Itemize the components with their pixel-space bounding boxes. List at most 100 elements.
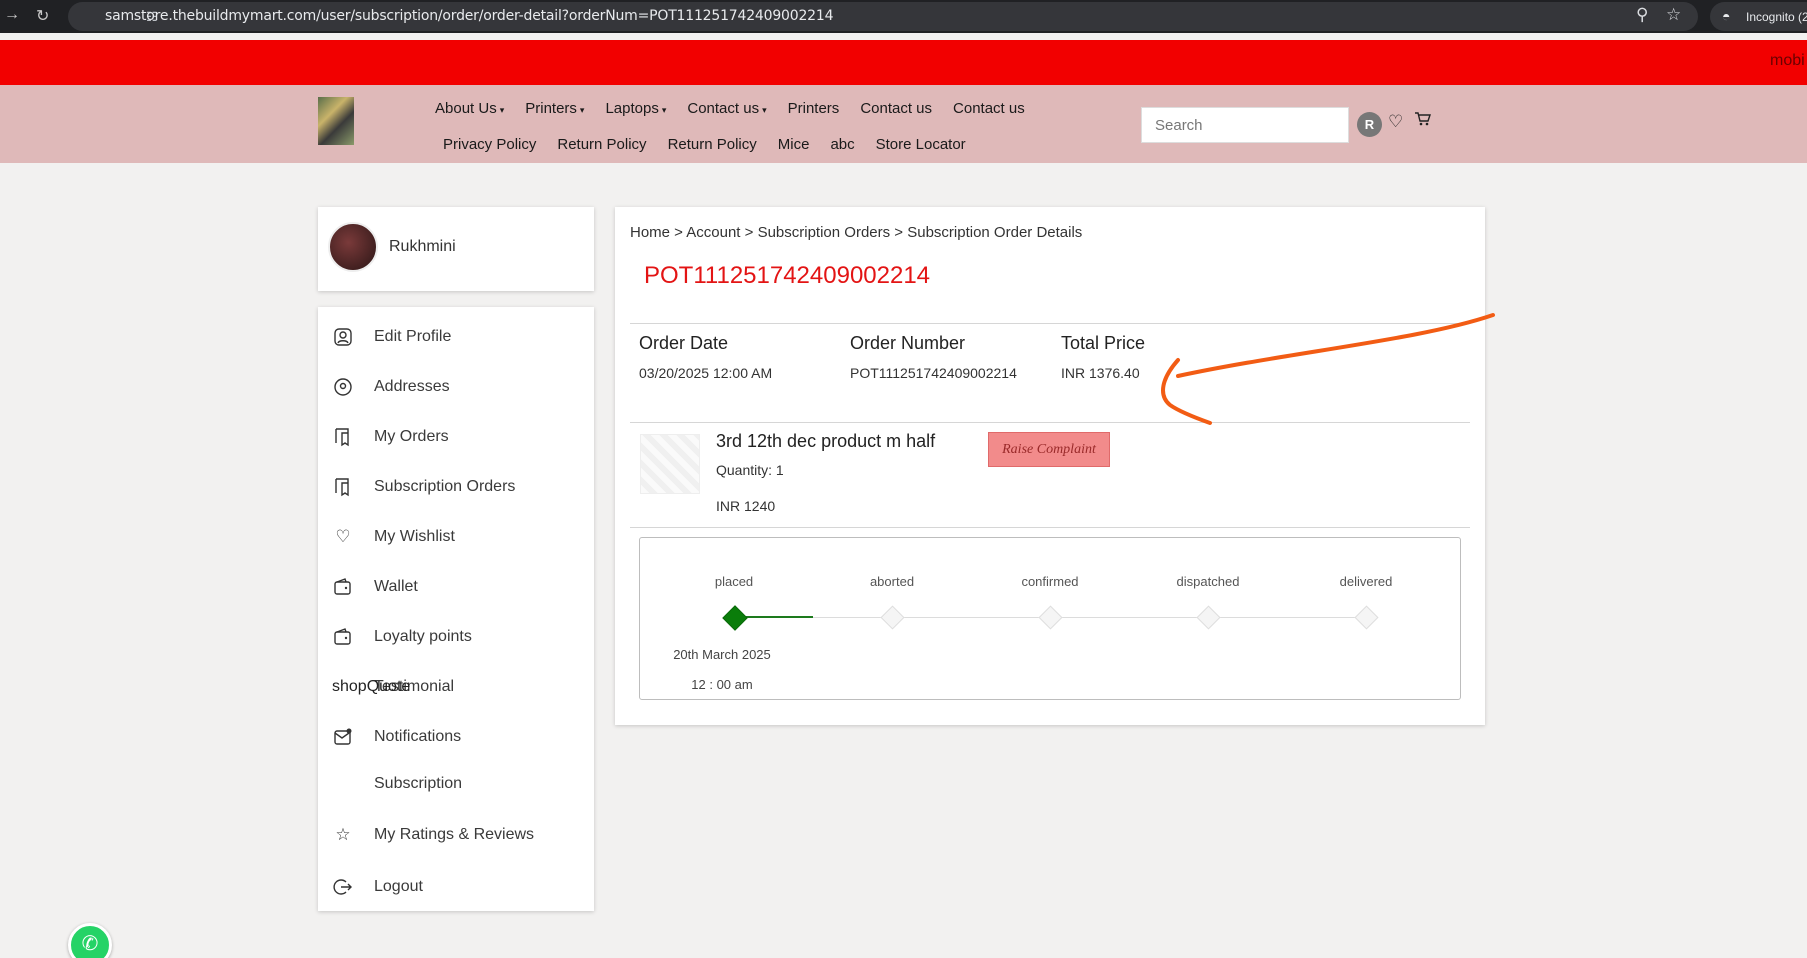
broken-icon-alt-text: shopQuote <box>332 678 411 695</box>
page-title: POT111251742409002214 <box>644 262 931 289</box>
step-label-placed: placed <box>714 574 754 589</box>
menu-item-label: Addresses <box>374 378 450 395</box>
star-icon: ☆ <box>335 825 351 844</box>
product-name[interactable]: 3rd 12th dec product m half <box>716 431 935 452</box>
menu-item-logout[interactable]: Logout <box>318 869 594 905</box>
url-text[interactable]: samstore.thebuildmymart.com/user/subscri… <box>105 8 833 24</box>
menu-item-label: Wallet <box>374 578 418 595</box>
product-quantity: Quantity: 1 <box>716 462 784 478</box>
nav-link-label: Contact us <box>860 100 933 117</box>
site-header: About Us ▾ Printers ▾ Laptops ▾ Contact us ▾ Pri… <box>0 85 1807 163</box>
incognito-indicator[interactable]: ◓ Incognito (2 <box>1710 2 1807 31</box>
mail-icon <box>332 727 354 749</box>
whatsapp-icon[interactable]: ✆ <box>68 923 112 958</box>
nav-link[interactable]: Contact us ▾ <box>687 100 766 117</box>
location-pin-icon <box>332 377 354 399</box>
wishlist-icon[interactable]: ♡ <box>1388 112 1403 132</box>
menu-item-my-wishlist[interactable]: ♡ My Wishlist <box>318 519 594 555</box>
bookmark-star-icon[interactable]: ☆ <box>1666 5 1681 25</box>
step-marker-confirmed <box>1038 605 1063 630</box>
forward-icon[interactable]: → <box>4 6 20 24</box>
step-marker-aborted <box>880 605 905 630</box>
nav-link-label: Contact us <box>687 100 760 117</box>
product-price: INR 1240 <box>716 498 776 514</box>
nav-link[interactable]: Laptops ▾ <box>605 100 666 117</box>
nav-link[interactable]: Printers ▾ <box>525 100 584 117</box>
nav-link[interactable]: Return Policy <box>557 136 646 153</box>
breadcrumb[interactable]: Home > Account > Subscription Orders > S… <box>630 224 1082 241</box>
step-marker-dispatched <box>1196 605 1221 630</box>
menu-item-ratings-reviews[interactable]: ☆ My Ratings & Reviews <box>318 817 594 853</box>
menu-item-notifications[interactable]: Notifications <box>318 719 594 755</box>
reload-icon[interactable]: ↻ <box>36 6 49 26</box>
total-price-block: Total Price INR 1376.40 <box>1061 333 1145 381</box>
chevron-down-icon: ▾ <box>579 105 585 115</box>
menu-item-my-orders[interactable]: My Orders <box>318 419 594 455</box>
heart-icon: ♡ <box>335 527 351 546</box>
browser-toolbar: → ↻ ☷ samstore.thebuildmymart.com/user/s… <box>0 0 1807 33</box>
menu-item-edit-profile[interactable]: Edit Profile <box>318 319 594 355</box>
user-name: Rukhmini <box>389 238 456 255</box>
chevron-down-icon: ▾ <box>661 105 667 115</box>
promo-banner: mobi <box>0 40 1807 85</box>
user-card: Rukhmini <box>318 207 594 291</box>
order-detail-panel: Home > Account > Subscription Orders > S… <box>615 207 1485 725</box>
menu-item-label: Notifications <box>374 728 462 745</box>
raise-complaint-button[interactable]: Raise Complaint <box>988 432 1110 467</box>
menu-item-testimonial[interactable]: Testimonial shopQuote <box>318 669 594 705</box>
chevron-down-icon: ▾ <box>499 105 505 115</box>
cart-icon[interactable] <box>1414 111 1431 132</box>
search-input[interactable]: Search <box>1141 107 1349 143</box>
step-label-aborted: aborted <box>869 574 915 589</box>
primary-nav: About Us ▾ Printers ▾ Laptops ▾ Contact us ▾ Pri… <box>435 100 1046 117</box>
orders-icon <box>332 427 354 449</box>
order-date-label: Order Date <box>639 333 729 353</box>
step-label-confirmed: confirmed <box>1021 574 1079 589</box>
incognito-label: Incognito (2 <box>1746 10 1807 24</box>
order-number-value: POT111251742409002214 <box>850 365 1017 381</box>
chevron-down-icon: ▾ <box>762 105 767 115</box>
nav-link[interactable]: Store Locator <box>876 136 966 153</box>
incognito-icon: ◓ <box>1722 8 1731 24</box>
account-avatar[interactable]: R <box>1357 112 1382 137</box>
user-icon <box>332 327 354 349</box>
menu-item-label: My Ratings & Reviews <box>374 826 535 843</box>
logout-icon <box>332 877 354 899</box>
orders-icon <box>332 477 354 499</box>
product-image[interactable] <box>640 434 700 494</box>
menu-item-addresses[interactable]: Addresses <box>318 369 594 405</box>
divider <box>630 323 1470 324</box>
menu-item-subscription[interactable]: Subscription <box>318 766 594 802</box>
nav-link[interactable]: Contact us <box>860 100 932 117</box>
menu-item-wallet[interactable]: Wallet <box>318 569 594 605</box>
menu-item-label: My Wishlist <box>374 528 455 545</box>
site-logo[interactable] <box>318 97 354 145</box>
zoom-icon[interactable]: ⚲ <box>1636 5 1648 25</box>
total-price-label: Total Price <box>1061 333 1146 353</box>
nav-link-label: Laptops <box>605 100 659 117</box>
nav-link-label: Printers <box>787 100 840 117</box>
nav-link[interactable]: Privacy Policy <box>443 136 536 153</box>
nav-link[interactable]: Return Policy <box>668 136 757 153</box>
placed-time: 12 : 00 am <box>691 677 753 692</box>
nav-link-label: Contact us <box>953 100 1025 117</box>
order-date-block: Order Date 03/20/2025 12:00 AM <box>639 333 772 381</box>
nav-link[interactable]: Mice <box>778 136 810 153</box>
secondary-nav: Privacy Policy Return Policy Return Policy… <box>443 136 987 153</box>
placed-date: 20th March 2025 <box>673 647 771 662</box>
divider <box>630 527 1470 528</box>
nav-link-label: Printers <box>525 100 577 117</box>
step-marker-delivered <box>1354 605 1379 630</box>
wallet-icon <box>332 627 354 649</box>
total-price-value: INR 1376.40 <box>1061 365 1140 381</box>
nav-link[interactable]: Contact us <box>953 100 1025 117</box>
avatar <box>328 222 378 272</box>
nav-link[interactable]: About Us ▾ <box>435 100 504 117</box>
order-number-block: Order Number POT111251742409002214 <box>850 333 1017 381</box>
menu-item-loyalty-points[interactable]: Loyalty points <box>318 619 594 655</box>
menu-item-subscription-orders[interactable]: Subscription Orders <box>318 469 594 505</box>
menu-item-label: Logout <box>374 878 423 895</box>
nav-link[interactable]: abc <box>830 136 854 153</box>
nav-link[interactable]: Printers <box>788 100 840 117</box>
account-menu: Edit Profile Addresses My Orders Subscri… <box>318 307 594 911</box>
